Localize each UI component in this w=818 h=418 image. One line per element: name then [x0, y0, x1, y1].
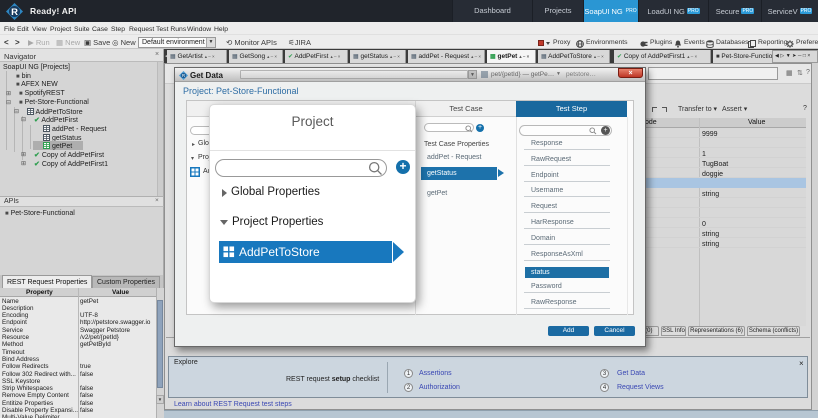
svg-text:R: R [182, 73, 185, 78]
svg-text:R: R [11, 7, 18, 18]
